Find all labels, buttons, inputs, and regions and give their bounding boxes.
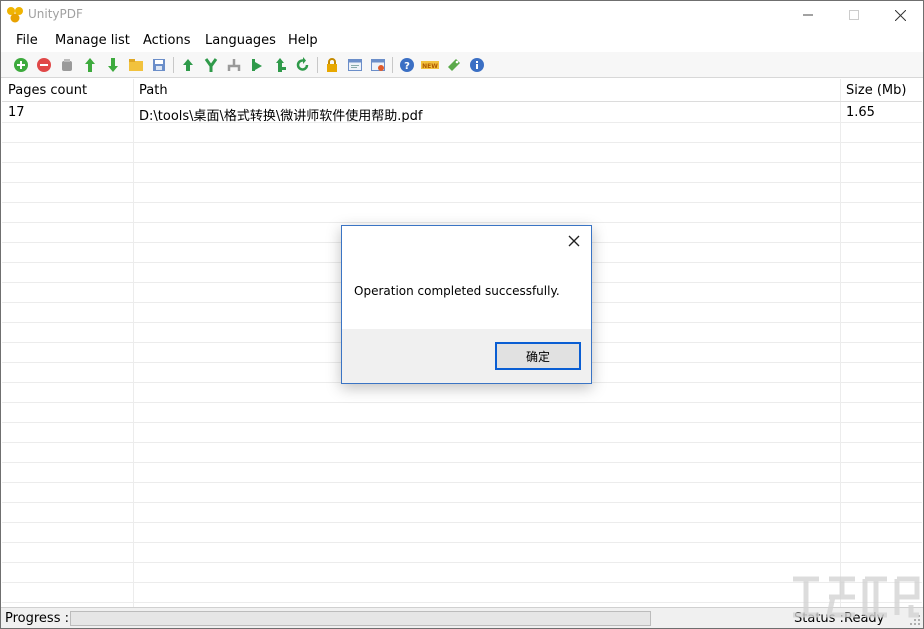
svg-text:NEW: NEW: [422, 63, 438, 70]
row-divider: [2, 462, 922, 463]
row-divider: [2, 482, 922, 483]
register-button[interactable]: [445, 56, 463, 74]
help-icon: ?: [400, 58, 414, 72]
close-button[interactable]: [877, 1, 923, 29]
minimize-button[interactable]: [785, 1, 831, 29]
column-header-pages-count[interactable]: Pages count: [2, 79, 133, 101]
clear-icon: [62, 59, 72, 71]
remove-button[interactable]: [35, 56, 53, 74]
save-list-button[interactable]: [150, 56, 168, 74]
info-icon: [470, 58, 484, 72]
move-up-button[interactable]: [81, 56, 99, 74]
security-button[interactable]: [323, 56, 341, 74]
column-divider: [133, 79, 134, 607]
whats-new-button[interactable]: NEW: [421, 56, 439, 74]
insert-button[interactable]: [248, 56, 266, 74]
status-bar: Progress : Status : Ready: [1, 607, 923, 628]
row-divider: [2, 162, 922, 163]
move-up-icon: [85, 58, 95, 72]
column-header-path[interactable]: Path: [133, 79, 840, 101]
clear-button[interactable]: [58, 56, 76, 74]
menu-manage-list[interactable]: Manage list: [55, 33, 130, 48]
about-button[interactable]: [468, 56, 486, 74]
column-header-size[interactable]: Size (Mb): [840, 79, 922, 101]
row-divider: [2, 202, 922, 203]
menu-actions[interactable]: Actions: [143, 33, 191, 48]
dialog-close-button[interactable]: [565, 232, 583, 250]
extract-button[interactable]: [225, 56, 243, 74]
toolbar: ? NEW: [1, 52, 923, 78]
lock-icon: [327, 58, 337, 72]
toolbar-separator: [392, 57, 393, 73]
menu-file[interactable]: File: [16, 33, 38, 48]
close-icon: [894, 9, 906, 21]
row-divider: [2, 602, 922, 603]
insert-icon: [252, 59, 262, 71]
cell-path: D:\tools\桌面\格式转换\微讲师软件使用帮助.pdf: [139, 109, 423, 124]
message-dialog: Operation completed successfully. 确定: [341, 225, 592, 384]
add-icon: [14, 58, 28, 72]
row-divider: [2, 402, 922, 403]
menu-help[interactable]: Help: [288, 33, 318, 48]
maximize-button[interactable]: [831, 1, 877, 29]
options-icon: [371, 59, 385, 71]
move-down-icon: [108, 58, 118, 72]
merge-button[interactable]: [179, 56, 197, 74]
maximize-icon: [849, 10, 859, 20]
row-divider: [2, 142, 922, 143]
open-folder-icon: [129, 59, 143, 71]
column-divider: [840, 79, 841, 607]
row-divider: [2, 562, 922, 563]
row-divider: [2, 182, 922, 183]
row-divider: [2, 582, 922, 583]
append-button[interactable]: [271, 56, 289, 74]
window-title: UnityPDF: [28, 7, 83, 21]
minimize-icon: [803, 14, 813, 16]
cell-size: 1.65: [846, 105, 875, 120]
row-divider: [2, 502, 922, 503]
open-folder-button[interactable]: [127, 56, 145, 74]
merge-icon: [183, 59, 193, 71]
new-icon: NEW: [421, 61, 439, 70]
row-divider: [2, 122, 922, 123]
row-divider: [2, 522, 922, 523]
toolbar-separator: [317, 57, 318, 73]
rotate-icon: [296, 57, 309, 71]
options-button[interactable]: [369, 56, 387, 74]
add-button[interactable]: [12, 56, 30, 74]
rotate-button[interactable]: [294, 56, 312, 74]
svg-text:?: ?: [404, 61, 410, 72]
watermark-logo-icon: [793, 576, 920, 618]
row-divider: [2, 542, 922, 543]
title-bar[interactable]: UnityPDF: [1, 1, 923, 29]
remove-icon: [37, 58, 51, 72]
split-icon: [204, 58, 218, 72]
move-down-button[interactable]: [104, 56, 122, 74]
dialog-footer: 确定: [342, 329, 591, 383]
toolbar-separator: [173, 57, 174, 73]
properties-button[interactable]: [346, 56, 364, 74]
cell-pages-count: 17: [8, 105, 25, 120]
progress-bar: [70, 611, 651, 626]
dialog-message: Operation completed successfully.: [354, 284, 560, 298]
split-button[interactable]: [202, 56, 220, 74]
menu-bar: File Manage list Actions Languages Help: [1, 29, 923, 52]
menu-languages[interactable]: Languages: [205, 33, 276, 48]
ok-button[interactable]: 确定: [495, 342, 581, 370]
row-divider: [2, 222, 922, 223]
row-divider: [2, 442, 922, 443]
help-button[interactable]: ?: [398, 56, 416, 74]
register-icon: [448, 59, 460, 71]
append-icon: [276, 58, 286, 72]
properties-icon: [348, 59, 362, 71]
app-window: UnityPDF File Manage list Actions Langua…: [0, 0, 924, 629]
row-divider: [2, 422, 922, 423]
progress-label: Progress :: [5, 611, 69, 626]
extract-icon: [227, 59, 241, 71]
close-icon: [568, 235, 580, 247]
save-list-icon: [153, 59, 165, 71]
app-logo-icon: [6, 6, 24, 24]
